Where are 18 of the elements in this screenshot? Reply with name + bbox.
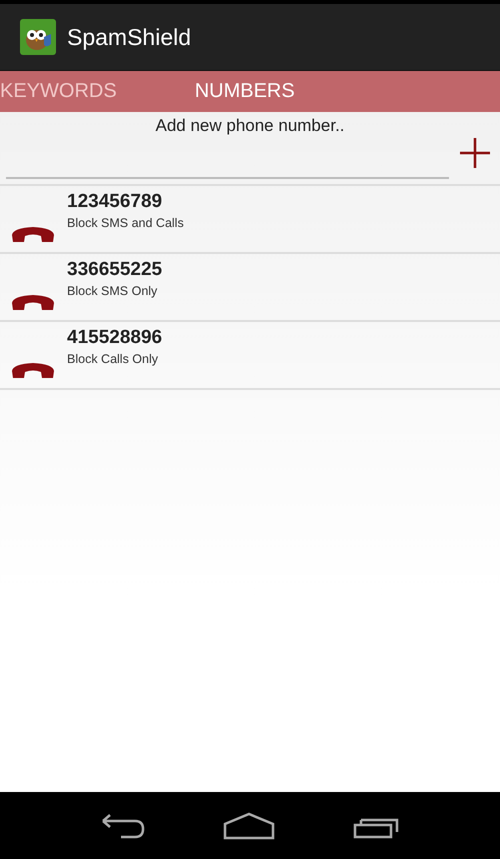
phone-handset-icon [11,361,55,379]
phone-number: 336655225 [67,259,162,281]
app-title: SpamShield [67,24,192,50]
phone-number: 415528896 [67,327,162,349]
owl-logo-icon [20,19,56,55]
number-list-item[interactable]: 123456789 Block SMS and Calls [0,186,500,254]
number-list-item[interactable]: 415528896 Block Calls Only [0,322,500,390]
block-mode: Block SMS and Calls [67,216,184,230]
tab[interactable]: NUMBERS [194,80,295,103]
block-mode: Block Calls Only [67,352,159,366]
home-icon[interactable] [223,812,275,840]
block-mode: Block SMS Only [67,284,158,298]
phone-number: 123456789 [67,191,164,213]
add-number-label: Add new phone number.. [154,116,346,136]
phone-handset-icon [11,293,55,311]
number-list-item[interactable]: 336655225 Block SMS Only [0,254,500,322]
plus-icon [459,137,491,169]
phone-handset-icon [11,225,55,243]
